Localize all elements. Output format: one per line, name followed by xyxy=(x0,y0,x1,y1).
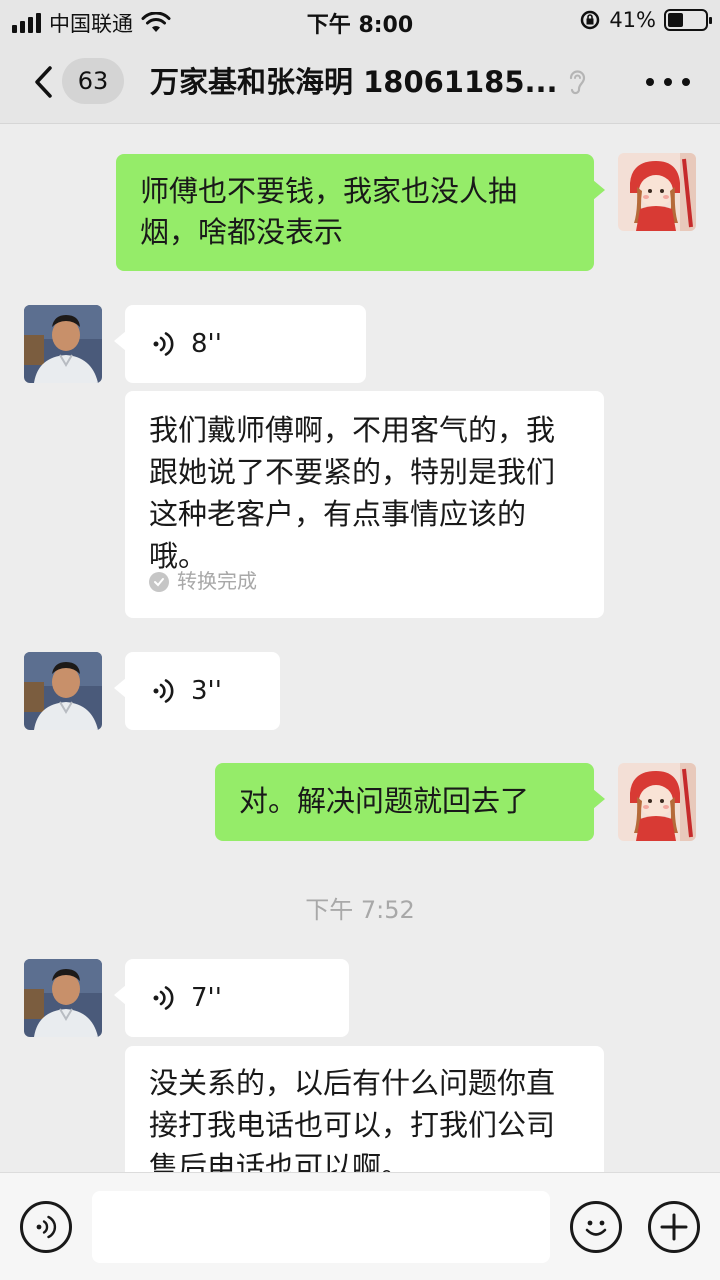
input-bar xyxy=(0,1172,720,1280)
voice-message: 3'' xyxy=(125,652,280,730)
voice-message: 7'' xyxy=(125,959,349,1037)
voice-toggle-button[interactable] xyxy=(20,1201,72,1253)
voice-wave-icon xyxy=(153,986,174,1010)
contact-avatar[interactable] xyxy=(24,959,102,1037)
status-bar: 中国联通 下午 8:00 41% xyxy=(0,0,720,40)
transcript-text: 没关系的，以后有什么问题你直接打我电话也可以，打我们公司售后电话也可以啊。 xyxy=(149,1066,556,1184)
my-avatar[interactable] xyxy=(618,763,696,841)
man-photo-avatar-icon xyxy=(24,959,102,1037)
voice-wave-icon xyxy=(153,332,174,356)
back-button[interactable] xyxy=(28,62,58,102)
check-circle-icon xyxy=(149,571,169,592)
voice-duration: 8'' xyxy=(191,328,222,359)
unread-count-badge[interactable]: 63 xyxy=(62,58,124,104)
voice-icon xyxy=(36,1215,57,1239)
add-button[interactable] xyxy=(648,1201,700,1253)
sent-message-bubble[interactable]: 对。解决问题就回去了 xyxy=(215,763,605,841)
man-photo-avatar-icon xyxy=(24,652,102,730)
more-dot xyxy=(664,78,672,86)
my-avatar[interactable] xyxy=(618,153,696,231)
message-text: 对。解决问题就回去了 xyxy=(239,784,530,818)
man-photo-avatar-icon xyxy=(24,305,102,383)
chat-header: 63 万家基和张海明 18061185... xyxy=(0,40,720,124)
ear-icon xyxy=(569,70,586,95)
voice-wave-icon xyxy=(153,679,174,703)
voice-message-bubble[interactable]: 8'' xyxy=(114,305,366,383)
cartoon-girl-avatar-icon xyxy=(618,153,696,231)
bubble-tail xyxy=(114,678,126,698)
message-text: 师傅也不要钱，我家也没人抽烟，啥都没表示 xyxy=(140,174,518,249)
more-button[interactable] xyxy=(646,68,690,96)
sent-message-bubble[interactable]: 师傅也不要钱，我家也没人抽烟，啥都没表示 xyxy=(116,154,605,271)
bubble-tail xyxy=(114,985,126,1005)
convert-status: 转换完成 xyxy=(149,561,257,602)
bubble-tail xyxy=(593,180,605,200)
bubble-tail xyxy=(114,331,126,351)
voice-message-bubble[interactable]: 7'' xyxy=(114,959,349,1037)
voice-message: 8'' xyxy=(125,305,366,383)
contact-avatar[interactable] xyxy=(24,652,102,730)
more-dot xyxy=(682,78,690,86)
message-input[interactable] xyxy=(92,1191,550,1263)
status-right: 41% xyxy=(579,8,712,32)
emoji-icon xyxy=(585,1220,607,1236)
contact-avatar[interactable] xyxy=(24,305,102,383)
chevron-left-icon xyxy=(35,66,52,98)
rotation-lock-icon xyxy=(581,10,600,30)
battery-percent: 41% xyxy=(609,8,656,32)
chat-timestamp: 下午 7:52 xyxy=(305,896,415,924)
plus-icon xyxy=(660,1213,688,1241)
convert-status-label: 转换完成 xyxy=(177,569,257,593)
cartoon-girl-avatar-icon xyxy=(618,763,696,841)
voice-message-bubble[interactable]: 3'' xyxy=(114,652,280,730)
battery-fill xyxy=(668,13,683,27)
more-dot xyxy=(646,78,654,86)
emoji-button[interactable] xyxy=(570,1201,622,1253)
bubble-tail xyxy=(593,789,605,809)
battery-icon xyxy=(664,9,712,31)
transcript-bubble[interactable]: 没关系的，以后有什么问题你直接打我电话也可以，打我们公司售后电话也可以啊。 xyxy=(125,1046,604,1186)
transcript-bubble[interactable]: 我们戴师傅啊，不用客气的，我跟她说了不要紧的，特别是我们这种老客户，有点事情应该… xyxy=(125,391,604,618)
voice-duration: 7'' xyxy=(191,982,222,1013)
voice-duration: 3'' xyxy=(191,675,222,706)
chat-title: 万家基和张海明 18061185... xyxy=(150,65,558,99)
